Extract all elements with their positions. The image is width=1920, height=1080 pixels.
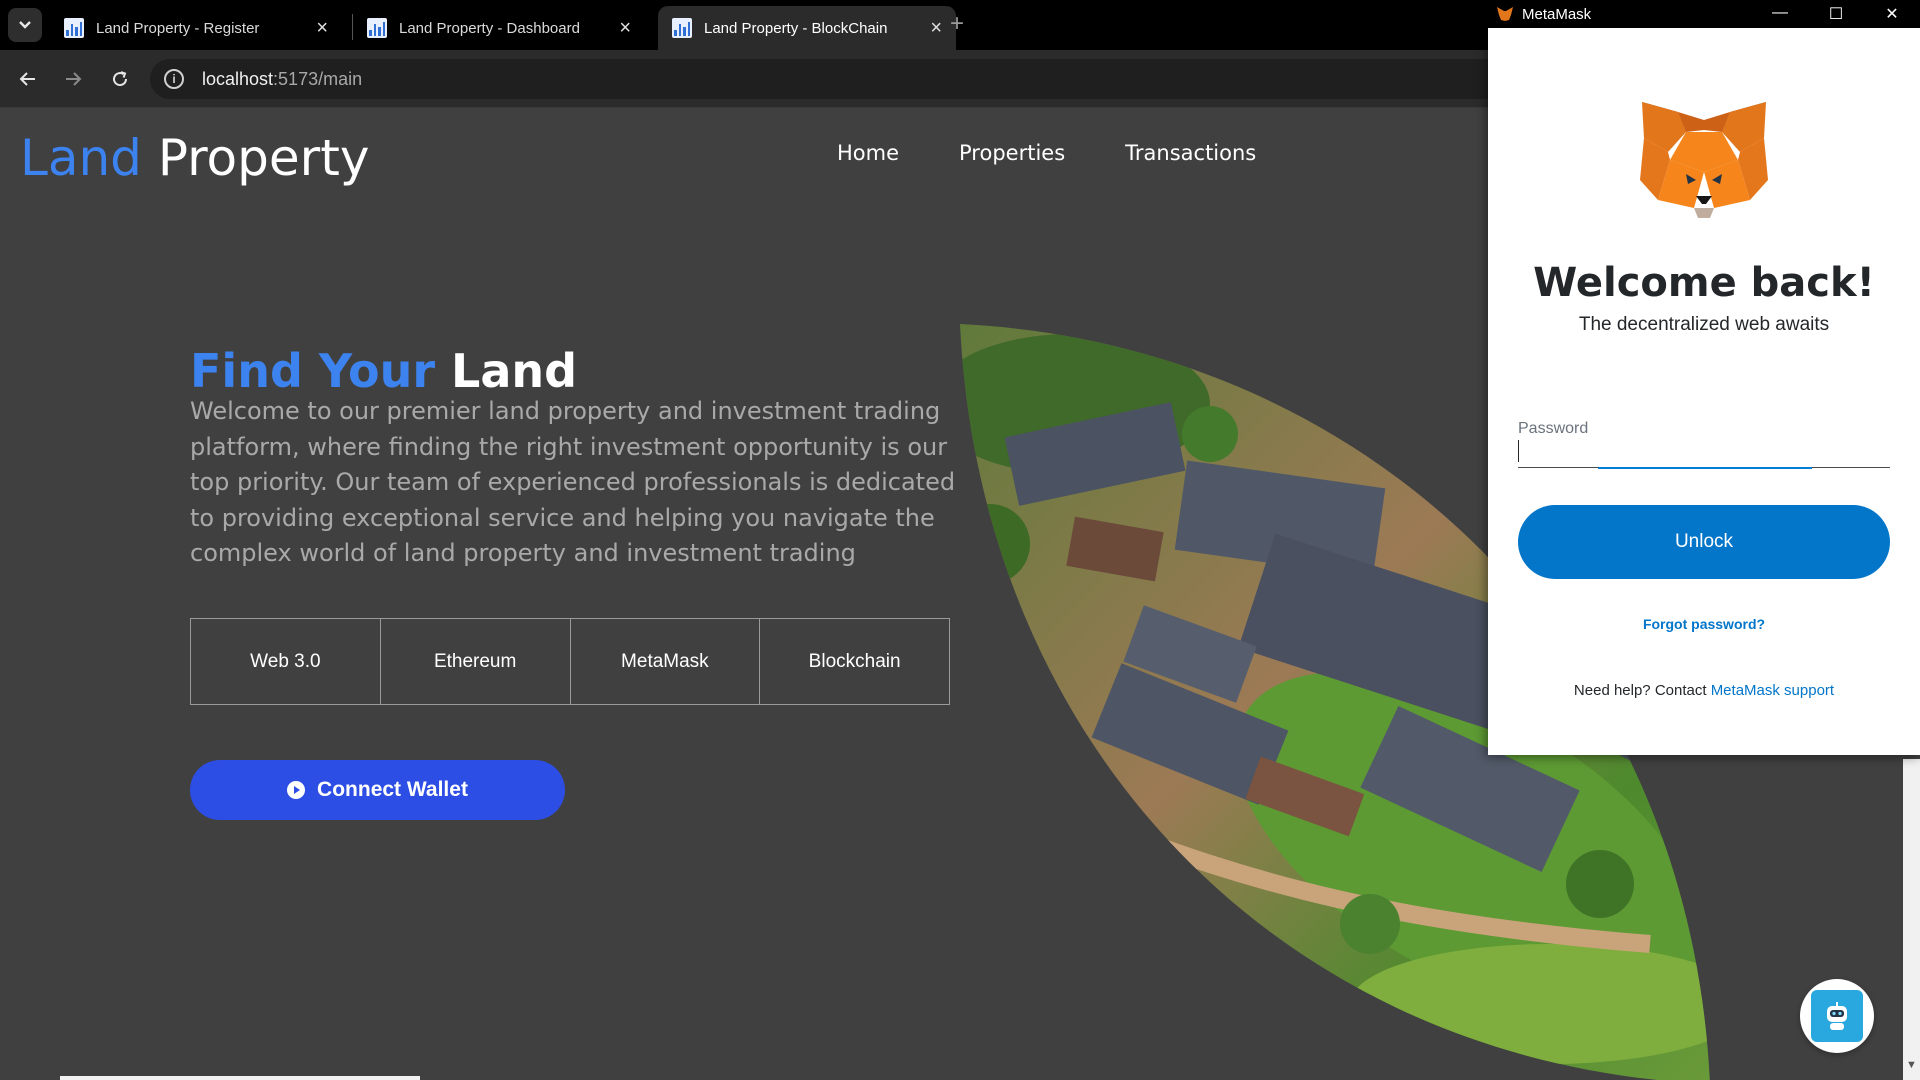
- address-bar[interactable]: i localhost:5173/main: [150, 59, 1570, 99]
- page-indicator-bar: [60, 1076, 420, 1080]
- tag-metamask: MetaMask: [571, 619, 761, 704]
- metamask-support-link[interactable]: MetaMask support: [1711, 682, 1834, 699]
- tag-ethereum: Ethereum: [381, 619, 571, 704]
- unlock-button[interactable]: Unlock: [1518, 505, 1890, 579]
- minimize-icon[interactable]: —: [1752, 4, 1808, 24]
- metamask-welcome-heading: Welcome back!: [1533, 260, 1875, 306]
- metamask-help-text: Need help? Contact MetaMask support: [1488, 682, 1920, 699]
- nav-properties[interactable]: Properties: [959, 141, 1065, 165]
- forgot-password-link[interactable]: Forgot password?: [1488, 616, 1920, 632]
- info-icon[interactable]: i: [164, 69, 184, 89]
- reload-icon: [113, 71, 128, 87]
- logo-part-land: Land: [20, 129, 142, 187]
- arrow-left-icon: [19, 72, 35, 86]
- url-path: :5173/main: [273, 68, 363, 89]
- chevron-down-icon: [19, 21, 31, 29]
- help-prefix: Need help? Contact: [1573, 682, 1711, 699]
- metamask-popup: MetaMask — ☐ ✕ Welcome back! The decentr…: [1488, 0, 1920, 755]
- maximize-icon[interactable]: ☐: [1808, 4, 1864, 24]
- play-circle-icon: [287, 781, 306, 799]
- close-icon[interactable]: ✕: [1864, 4, 1920, 24]
- nav-transactions[interactable]: Transactions: [1125, 141, 1256, 165]
- tab-title: Land Property - BlockChain: [704, 19, 888, 37]
- connect-wallet-button[interactable]: Connect Wallet: [190, 760, 565, 820]
- arrow-right-icon: [66, 72, 82, 86]
- metamask-window-title: MetaMask: [1522, 5, 1592, 23]
- scroll-down-icon[interactable]: ▼: [1903, 1059, 1920, 1080]
- tab-title: Land Property - Dashboard: [399, 19, 580, 37]
- close-icon[interactable]: ×: [930, 18, 942, 38]
- logo-part-property: Property: [141, 129, 370, 187]
- metamask-fox-logo-icon: [1640, 102, 1768, 218]
- hero-title-part2: Land: [435, 344, 578, 398]
- main-nav: Home Properties Transactions: [837, 141, 1256, 165]
- text-caret: [1518, 440, 1519, 462]
- hero-title-part1: Find Your: [190, 344, 436, 398]
- tech-tags: Web 3.0 Ethereum MetaMask Blockchain: [190, 618, 950, 705]
- tab-register[interactable]: Land Property - Register ×: [50, 6, 342, 50]
- connect-wallet-label: Connect Wallet: [317, 778, 468, 801]
- tab-blockchain[interactable]: Land Property - BlockChain ×: [658, 6, 956, 50]
- password-field[interactable]: [1518, 430, 1890, 468]
- tab-search-button[interactable]: [8, 8, 42, 42]
- reload-button[interactable]: [107, 66, 133, 92]
- password-focus-underline: [1598, 467, 1812, 469]
- metamask-fox-icon: [1497, 7, 1513, 21]
- tab-dashboard[interactable]: Land Property - Dashboard ×: [353, 6, 645, 50]
- metamask-titlebar: MetaMask — ☐ ✕: [1488, 0, 1920, 28]
- scrollbar-track[interactable]: [1903, 759, 1920, 1080]
- tag-blockchain: Blockchain: [808, 650, 901, 672]
- chart-favicon-icon: [672, 18, 692, 38]
- site-logo[interactable]: Land Property: [20, 129, 369, 187]
- robot-icon: [1811, 990, 1863, 1042]
- hero-title: Find Your Land: [190, 344, 577, 398]
- close-icon[interactable]: ×: [619, 18, 631, 38]
- close-icon[interactable]: ×: [316, 18, 328, 38]
- new-tab-button[interactable]: +: [950, 10, 964, 38]
- chart-favicon-icon: [64, 18, 84, 38]
- chatbot-button[interactable]: [1800, 979, 1874, 1053]
- url-host: localhost: [202, 68, 274, 89]
- back-button[interactable]: [15, 66, 41, 92]
- chart-favicon-icon: [367, 18, 387, 38]
- tab-title: Land Property - Register: [96, 19, 260, 37]
- metamask-subtitle: The decentralized web awaits: [1578, 314, 1830, 335]
- tag-web3: Web 3.0: [191, 619, 381, 704]
- nav-home[interactable]: Home: [837, 141, 899, 165]
- hero-description: Welcome to our premier land property and…: [190, 397, 956, 567]
- forward-button[interactable]: [60, 66, 86, 92]
